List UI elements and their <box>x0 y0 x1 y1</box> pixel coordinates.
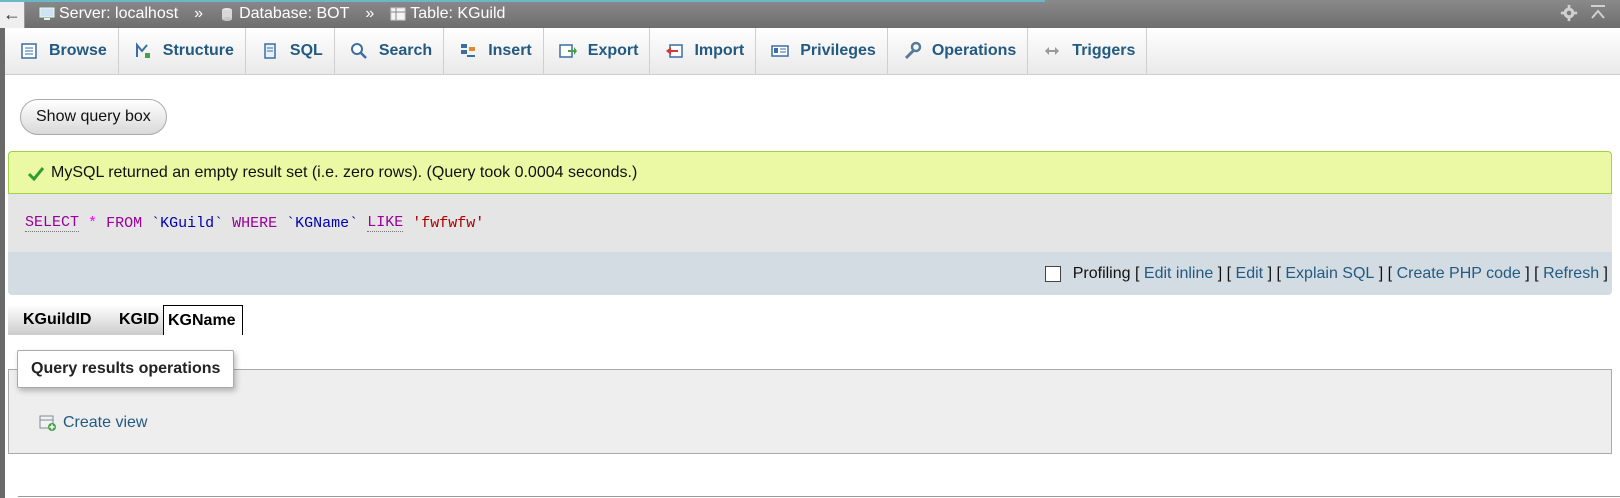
sql-keyword[interactable]: SELECT <box>25 214 80 232</box>
server-icon <box>39 7 55 20</box>
tab-operations[interactable]: Operations <box>888 28 1029 74</box>
search-icon <box>350 43 367 59</box>
sql-keyword: WHERE <box>232 214 278 232</box>
tab-label: Operations <box>931 42 1017 59</box>
breadcrumb: Server: localhost » Database: BOT » Tabl… <box>39 5 505 23</box>
tab-sql[interactable]: SQL <box>246 28 335 74</box>
success-text: MySQL returned an empty result set (i.e.… <box>51 163 638 181</box>
teal-line <box>0 0 1045 2</box>
column-header-kgid[interactable]: KGID <box>111 305 163 335</box>
success-message: MySQL returned an empty result set (i.e.… <box>8 151 1612 194</box>
tab-triggers[interactable]: Triggers <box>1028 28 1148 74</box>
tab-bar: Browse Structure SQL Search Insert Expor… <box>5 28 1620 75</box>
check-icon <box>27 166 45 181</box>
collapse-icon[interactable] <box>1590 4 1606 22</box>
tab-label: Browse <box>49 42 107 59</box>
create-view-label: Create view <box>63 414 148 431</box>
tab-search[interactable]: Search <box>335 28 445 74</box>
breadcrumb-separator: » <box>194 5 204 22</box>
top-breadcrumb-bar: ← Server: localhost » Database: BOT » Ta… <box>0 0 1620 28</box>
create-view-link[interactable]: Create view <box>39 414 147 432</box>
breadcrumb-database[interactable]: Database: BOT <box>239 5 349 23</box>
edit-link[interactable]: Edit <box>1236 265 1264 283</box>
operations-legend: Query results operations <box>17 350 235 388</box>
bottom-divider <box>18 496 1620 497</box>
tab-insert[interactable]: Insert <box>444 28 544 74</box>
sql-query-display: SELECT * FROM `KGuild` WHERE `KGName` LI… <box>8 194 1612 252</box>
structure-icon <box>135 42 150 58</box>
sql-identifier: `KGuild` <box>151 214 224 232</box>
triggers-icon <box>1045 47 1060 55</box>
explain-sql-link[interactable]: Explain SQL <box>1285 265 1374 283</box>
sql-keyword: FROM <box>106 214 143 232</box>
breadcrumb-table[interactable]: Table: KGuild <box>410 5 505 23</box>
breadcrumb-separator: » <box>365 5 375 22</box>
query-results-operations <box>8 369 1612 454</box>
tab-label: Search <box>378 42 433 59</box>
import-icon <box>666 44 684 58</box>
query-tools-bar: Profiling [ Edit inline ] [ Edit ] [ Exp… <box>8 252 1612 295</box>
tab-structure[interactable]: Structure <box>119 28 246 74</box>
insert-icon <box>461 44 476 57</box>
tab-import[interactable]: Import <box>650 28 757 74</box>
edit-inline-link[interactable]: Edit inline <box>1144 265 1213 283</box>
sql-keyword[interactable]: LIKE <box>367 214 404 232</box>
tab-label: Triggers <box>1072 42 1136 59</box>
top-right-controls <box>1560 4 1606 22</box>
refresh-link[interactable]: Refresh <box>1543 265 1599 283</box>
tab-export[interactable]: Export <box>544 28 651 74</box>
bracket: ] <box>1603 264 1608 282</box>
tab-label: SQL <box>289 42 323 59</box>
tab-browse[interactable]: Browse <box>5 28 119 74</box>
gear-icon[interactable] <box>1560 4 1578 22</box>
sql-string: 'fwfwfw' <box>412 214 485 232</box>
back-button[interactable]: ← <box>0 0 25 28</box>
tab-label: Insert <box>488 42 532 59</box>
show-query-box-button[interactable]: Show query box <box>20 99 167 135</box>
column-header-kguildid[interactable]: KGuildID <box>8 305 111 335</box>
sql-identifier: `KGName` <box>286 214 359 232</box>
sql-icon <box>264 43 276 59</box>
table-icon <box>390 7 406 21</box>
result-table-header: KGuildID KGID KGName <box>8 305 243 335</box>
profiling-label: Profiling <box>1072 264 1131 282</box>
breadcrumb-server[interactable]: Server: localhost <box>59 5 178 23</box>
create-php-code-link[interactable]: Create PHP code <box>1397 265 1521 283</box>
tab-privileges[interactable]: Privileges <box>756 28 888 74</box>
export-icon <box>559 44 577 58</box>
tab-label: Privileges <box>800 42 876 59</box>
profiling-checkbox[interactable] <box>1044 265 1061 282</box>
browse-icon <box>21 43 37 59</box>
operations-icon <box>904 41 922 60</box>
column-header-kgname[interactable]: KGName <box>163 305 243 335</box>
create-view-icon <box>39 415 56 431</box>
tab-label: Import <box>694 42 745 59</box>
tab-label: Export <box>587 42 639 59</box>
sql-operator: * <box>88 214 98 232</box>
database-icon <box>222 8 233 21</box>
privileges-icon <box>771 45 789 57</box>
tab-label: Structure <box>162 42 234 59</box>
